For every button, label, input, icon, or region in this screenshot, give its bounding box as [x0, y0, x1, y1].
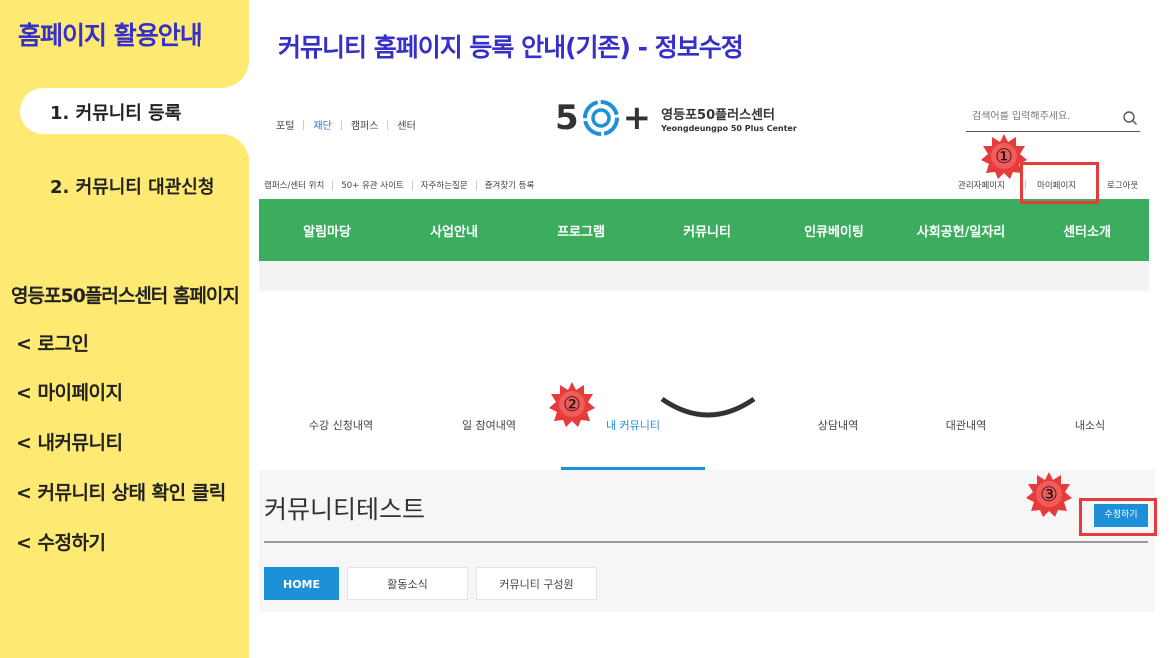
search-input[interactable]	[972, 111, 1112, 122]
nav-notice[interactable]: 알림마당	[303, 221, 351, 240]
highlight-mypage	[1020, 162, 1099, 204]
site-logo[interactable]: 5 + 영등포50플러스센터 Yeongdeungpo 50 Plus Cent…	[555, 98, 797, 138]
link-faq[interactable]: 자주하는질문	[421, 179, 468, 191]
link-location[interactable]: 캠퍼스/센터 위치	[264, 179, 324, 191]
nav-social-jobs[interactable]: 사회공헌/일자리	[917, 221, 1005, 240]
main-nav: 알림마당 사업안내 프로그램 커뮤니티 인큐베이팅 사회공헌/일자리 센터소개	[259, 199, 1149, 261]
guide-step-edit: < 수정하기	[16, 532, 106, 554]
step-badge-1: ①	[981, 133, 1027, 179]
step-badge-3: ③	[1026, 471, 1072, 517]
logo-number: 5	[555, 98, 579, 138]
tab-consultation[interactable]: 상담내역	[818, 417, 858, 433]
link-bookmark[interactable]: 즐겨찾기 등록	[485, 179, 535, 191]
guide-step-mycommunity: < 내커뮤니티	[16, 432, 123, 454]
guide-subtitle: 영등포50플러스센터 홈페이지	[11, 285, 240, 307]
tab-participation[interactable]: 일 참여내역	[462, 417, 516, 433]
community-name: 커뮤니티테스트	[264, 495, 426, 524]
utility-left-links: 캠퍼스/센터 위치 50+ 유관 사이트 자주하는질문 즐겨찾기 등록	[264, 179, 534, 191]
logo-korean: 영등포50플러스센터	[661, 107, 775, 123]
guide-item-rental[interactable]: 2. 커뮤니티 대관신청	[50, 173, 214, 199]
nav-incubating[interactable]: 인큐베이팅	[804, 221, 864, 240]
link-campus[interactable]: 캠퍼스	[351, 117, 379, 132]
guide-step-status-check: < 커뮤니티 상태 확인 클릭	[16, 482, 226, 504]
tab-my-news[interactable]: 내소식	[1075, 417, 1105, 433]
step-badge-2: ②	[549, 381, 595, 427]
tab-rental-history[interactable]: 대관내역	[946, 417, 986, 433]
subtab-home[interactable]: HOME	[264, 567, 339, 600]
highlight-edit-button	[1079, 498, 1157, 536]
subtab-members[interactable]: 커뮤니티 구성원	[476, 567, 597, 600]
nav-dropdown-band	[259, 261, 1149, 291]
logo-plus: +	[622, 98, 652, 138]
logo-ring-icon	[582, 100, 619, 136]
search-icon[interactable]	[1122, 110, 1138, 126]
guide-title: 홈페이지 활용안내	[18, 21, 203, 50]
link-center[interactable]: 센터	[397, 117, 415, 132]
nav-program[interactable]: 프로그램	[557, 221, 605, 240]
title-divider	[264, 541, 1148, 543]
subtab-activity-news[interactable]: 활동소식	[347, 567, 468, 600]
link-admin[interactable]: 관리자페이지	[958, 179, 1005, 191]
profile-arc-graphic	[660, 396, 756, 418]
link-logout[interactable]: 로그아웃	[1107, 179, 1138, 191]
guide-item-label: 1. 커뮤니티 등록	[50, 103, 182, 124]
family-site-links: 포털 재단 캠퍼스 센터	[276, 117, 416, 132]
slide-title: 커뮤니티 홈페이지 등록 안내(기존) - 정보수정	[278, 33, 744, 62]
logo-english: Yeongdeungpo 50 Plus Center	[661, 123, 797, 133]
nav-about[interactable]: 센터소개	[1063, 221, 1111, 240]
nav-community[interactable]: 커뮤니티	[683, 221, 731, 240]
link-foundation[interactable]: 재단	[313, 117, 331, 132]
guide-step-login: < 로그인	[16, 333, 89, 355]
tab-course-history[interactable]: 수강 신청내역	[309, 417, 373, 433]
tab-my-community[interactable]: 내 커뮤니티	[606, 417, 660, 433]
site-search	[966, 106, 1140, 132]
link-portal[interactable]: 포털	[276, 117, 294, 132]
guide-item-community-register[interactable]: 1. 커뮤니티 등록	[20, 88, 249, 134]
guide-step-mypage: < 마이페이지	[16, 382, 123, 404]
guide-sidebar: 홈페이지 활용안내 1. 커뮤니티 등록 2. 커뮤니티 대관신청 영등포50플…	[0, 0, 249, 658]
nav-business[interactable]: 사업안내	[430, 221, 478, 240]
link-related-sites[interactable]: 50+ 유관 사이트	[341, 179, 403, 191]
